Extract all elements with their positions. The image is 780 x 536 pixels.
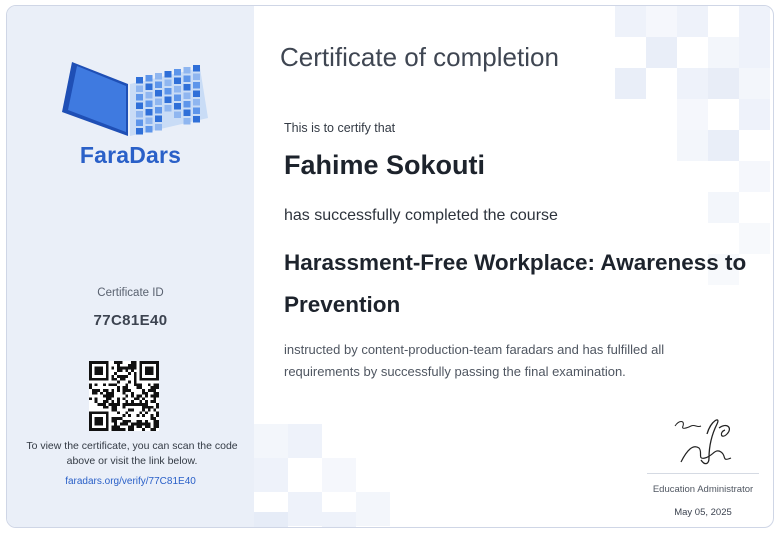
- recipient-name: Fahime Sokouti: [284, 150, 486, 180]
- brand-name: FaraDars: [79, 142, 182, 168]
- decorative-squares-bottom: [254, 424, 390, 527]
- handwritten-signature: [674, 419, 732, 465]
- certificate-title: Certificate of completion: [280, 42, 559, 72]
- certificate-sidebar: FaraDars Certificate ID 77C81E40 To view…: [7, 6, 254, 527]
- issue-date: May 05, 2025: [674, 507, 732, 518]
- certify-line: This is to certify that: [284, 121, 396, 135]
- course-title: Harassment-Free Workplace: Awareness to …: [284, 250, 747, 317]
- scan-instructions: To view the certificate, you can scan th…: [26, 440, 238, 467]
- certificate-id-label: Certificate ID: [97, 287, 164, 299]
- qr-code-icon[interactable]: [89, 361, 159, 431]
- certificate-id-value: 77C81E40: [93, 312, 168, 329]
- signature-line: [647, 473, 759, 474]
- certificate-card: FaraDars Certificate ID 77C81E40 To view…: [6, 5, 774, 528]
- completed-line: has successfully completed the course: [284, 207, 558, 224]
- verify-link[interactable]: faradars.org/verify/77C81E40: [7, 476, 254, 487]
- instructed-line: instructed by content-production-team fa…: [284, 342, 665, 379]
- open-book-logo-icon: [62, 62, 208, 136]
- signatory-role: Education Administrator: [652, 484, 754, 495]
